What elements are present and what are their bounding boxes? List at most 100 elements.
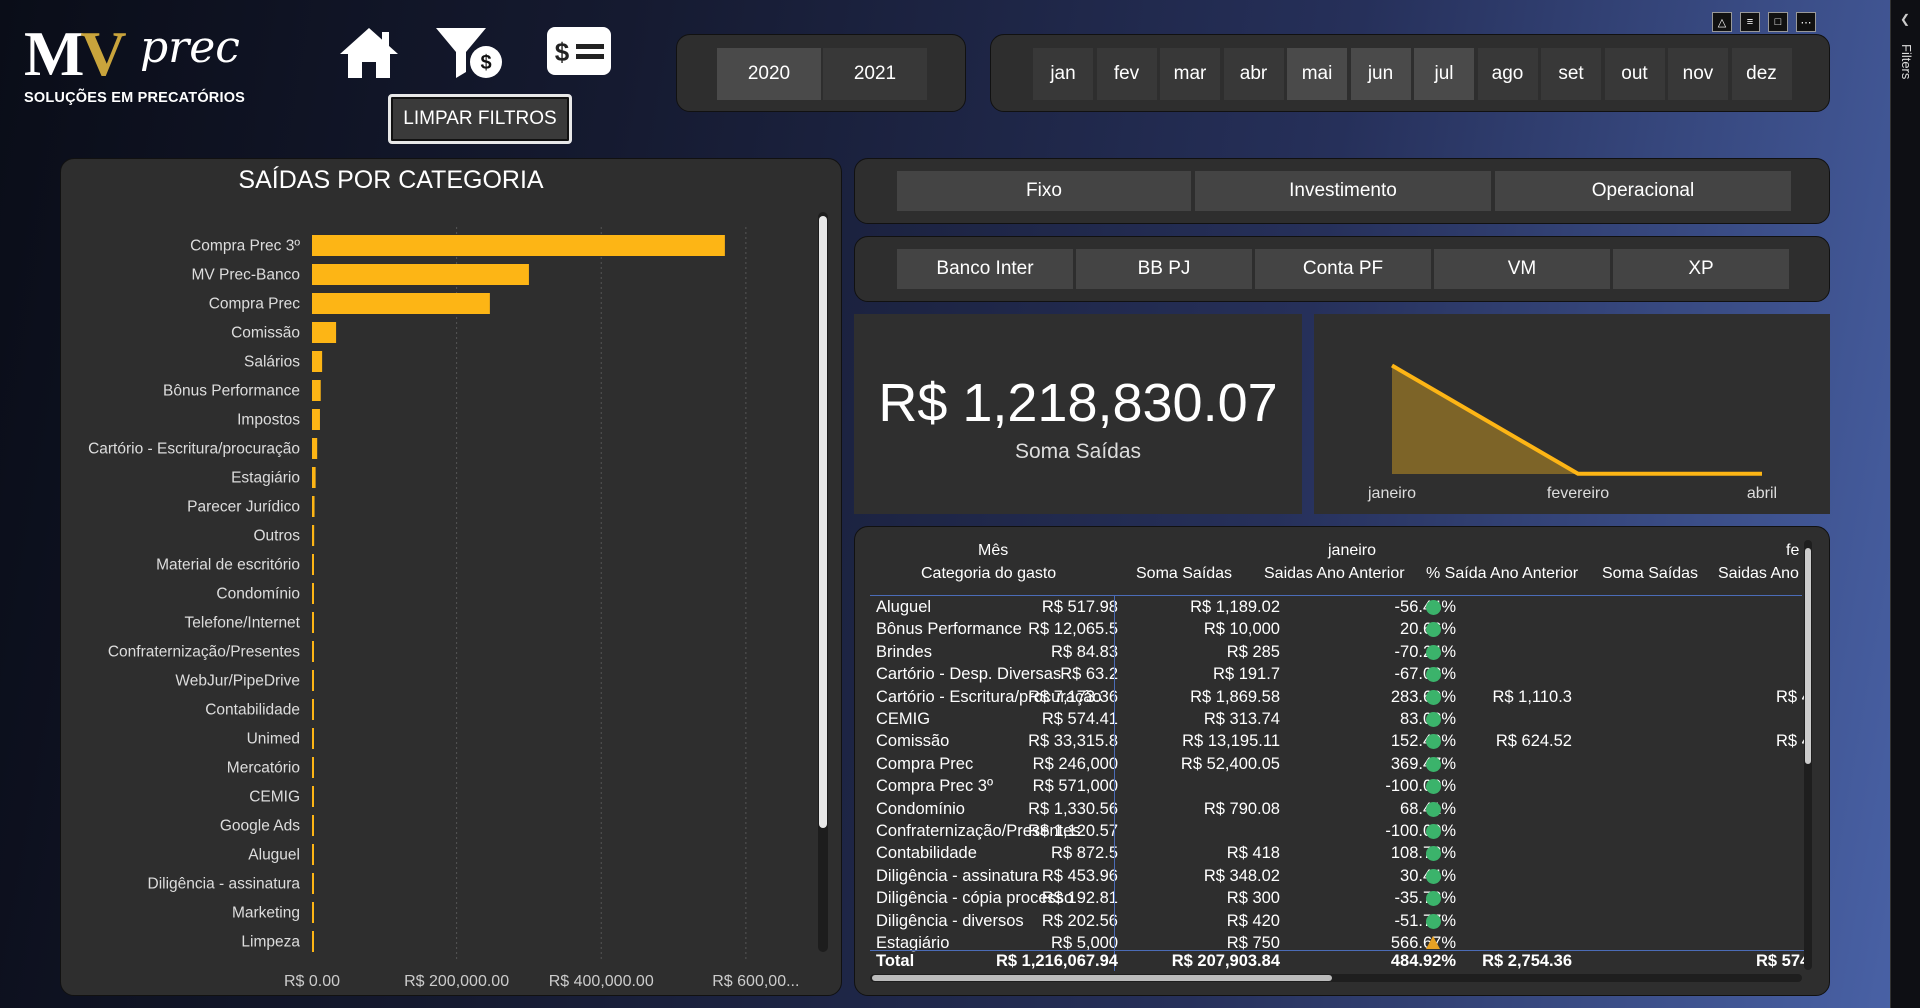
row-category: Condomínio: [876, 799, 965, 818]
bar[interactable]: [312, 467, 316, 488]
cell-jan-prev: R$ 418: [1226, 844, 1280, 863]
table-row[interactable]: CEMIGR$ 574.41R$ 313.7483.08%: [870, 708, 1806, 730]
filter-money-icon[interactable]: $: [432, 22, 502, 82]
bar[interactable]: [312, 380, 321, 401]
bar[interactable]: [312, 583, 314, 604]
bar[interactable]: [312, 641, 314, 662]
y-category-label: Confraternização/Presentes: [108, 644, 300, 661]
bar[interactable]: [312, 293, 490, 314]
slicer-banco-inter[interactable]: Banco Inter: [897, 249, 1073, 289]
col-header-prev[interactable]: Saidas Ano Anterior: [1264, 565, 1405, 583]
month-abr-button[interactable]: abr: [1223, 48, 1284, 100]
bar[interactable]: [312, 525, 315, 546]
cell-jan-pct: -100.00%: [1385, 777, 1456, 796]
cell-jan-sum: R$ 453.96: [1041, 866, 1118, 885]
bar[interactable]: [312, 873, 314, 894]
warning-triangle-icon: [1426, 936, 1440, 949]
bar[interactable]: [312, 815, 314, 836]
table-row[interactable]: Cartório - Desp. Diversas R$ 63.2 R$ 191.7…: [870, 663, 1806, 685]
bar[interactable]: [312, 757, 314, 778]
cell-jan-sum: R$ 7,173.36: [1028, 687, 1118, 706]
slicer-xp[interactable]: XP: [1613, 249, 1789, 289]
month-mar-button[interactable]: mar: [1160, 48, 1220, 100]
month-ago-button[interactable]: ago: [1477, 48, 1538, 100]
month-out-button[interactable]: out: [1604, 48, 1665, 100]
bar[interactable]: [312, 409, 320, 430]
bar[interactable]: [312, 322, 337, 343]
month-nov-button[interactable]: nov: [1668, 48, 1728, 100]
bar[interactable]: [312, 699, 314, 720]
table-row[interactable]: Compra Prec 3º R$ 571,000 -100.00%: [870, 775, 1806, 797]
bar[interactable]: [312, 728, 314, 749]
filter-icon[interactable]: ≡: [1740, 12, 1760, 32]
y-category-label: Mercatório: [227, 760, 300, 777]
slicer-investimento[interactable]: Investimento: [1195, 171, 1491, 211]
area-x-label: janeiro: [1367, 485, 1416, 502]
bar[interactable]: [312, 844, 314, 865]
more-options-icon[interactable]: ⋯: [1796, 12, 1816, 32]
table-row[interactable]: Diligência - assinatura R$ 453.96 R$ 348.0…: [870, 865, 1806, 887]
y-category-label: Material de escritório: [156, 557, 300, 574]
table-row[interactable]: Diligência - cópia processo R$ 192.81 R$ 3…: [870, 887, 1806, 909]
col-header-pct[interactable]: % Saída Ano Anterior: [1426, 565, 1578, 583]
filters-pane[interactable]: ❮ Filters: [1890, 0, 1920, 1008]
focus-mode-icon[interactable]: □: [1768, 12, 1788, 32]
year-2020-button[interactable]: 2020: [717, 48, 821, 100]
bar[interactable]: [312, 351, 323, 372]
bar[interactable]: [312, 554, 314, 575]
table-row[interactable]: Compra Prec R$ 246,000 R$ 52,400.05 369.47%: [870, 753, 1806, 775]
money-list-icon[interactable]: $: [546, 26, 612, 76]
filters-pane-label: Filters: [1899, 44, 1914, 80]
bar[interactable]: [312, 438, 318, 459]
clear-filters-button[interactable]: LIMPAR FILTROS: [388, 94, 572, 144]
table-row[interactable]: Diligência - diversosR$ 202.56R$ 420-51.…: [870, 910, 1806, 932]
bar[interactable]: [312, 496, 315, 517]
status-dot-icon: [1426, 600, 1441, 615]
account-slicer: Banco Inter BB PJ Conta PF VM XP: [854, 236, 1830, 302]
slicer-vm[interactable]: VM: [1434, 249, 1610, 289]
table-vertical-scrollbar-thumb[interactable]: [1805, 548, 1811, 764]
month-jun-button[interactable]: jun: [1350, 48, 1411, 100]
bar[interactable]: [312, 612, 314, 633]
slicer-fixo[interactable]: Fixo: [897, 171, 1191, 211]
cell-jan-sum: R$ 12,065.5: [1028, 620, 1118, 639]
month-dez-button[interactable]: dez: [1731, 48, 1792, 100]
row-category: Aluguel: [876, 598, 932, 616]
bar[interactable]: [312, 235, 725, 256]
home-icon[interactable]: [334, 22, 404, 82]
slicer-bb-pj[interactable]: BB PJ: [1076, 249, 1252, 289]
month-mai-button[interactable]: mai: [1287, 48, 1347, 100]
slicer-operacional[interactable]: Operacional: [1495, 171, 1791, 211]
status-dot-icon: [1426, 644, 1441, 660]
month-jan-button[interactable]: jan: [1033, 48, 1093, 100]
table-row[interactable]: Comissão R$ 33,315.8 R$ 13,195.11 152.49% R$…: [870, 730, 1806, 752]
bar[interactable]: [312, 902, 314, 923]
bar[interactable]: [312, 264, 529, 285]
slicer-conta-pf[interactable]: Conta PF: [1255, 249, 1431, 289]
month-jul-button[interactable]: jul: [1414, 48, 1474, 100]
cell-jan-sum: R$ 571,000: [1032, 777, 1118, 796]
table-row[interactable]: BrindesR$ 84.83R$ 285-70.24%: [870, 641, 1806, 663]
bar[interactable]: [312, 670, 314, 691]
table-row[interactable]: Bônus PerformanceR$ 12,065.5R$ 10,00020.…: [870, 618, 1806, 640]
table-row[interactable]: Cartório - Escritura/procuração R$ 7,173.…: [870, 686, 1806, 708]
bell-icon[interactable]: △: [1712, 12, 1732, 32]
col-header-sum[interactable]: Soma Saídas: [1136, 565, 1232, 583]
year-2021-button[interactable]: 2021: [823, 48, 927, 100]
table-row[interactable]: CondomínioR$ 1,330.56R$ 790.0868.41%: [870, 798, 1806, 820]
chart-scrollbar-thumb[interactable]: [819, 216, 827, 828]
total-label: Total: [876, 952, 915, 970]
table-row[interactable]: Confraternização/Presentes R$ 1,120.57 -10…: [870, 820, 1806, 842]
table-row[interactable]: AluguelR$ 517.98R$ 1,189.02-56.44%: [870, 596, 1806, 618]
bar[interactable]: [312, 786, 314, 807]
chevron-left-icon[interactable]: ❮: [1900, 12, 1910, 26]
table-horizontal-scrollbar-thumb[interactable]: [872, 975, 1332, 981]
col-header-sum-2[interactable]: Soma Saídas: [1602, 565, 1698, 583]
col-header-prev-2[interactable]: Saidas Ano: [1718, 565, 1799, 583]
row-category: Compra Prec: [876, 754, 974, 773]
table-row[interactable]: Contabilidade R$ 872.5 R$ 418 108.73%: [870, 842, 1806, 864]
month-set-button[interactable]: set: [1541, 48, 1601, 100]
month-fev-button[interactable]: fev: [1096, 48, 1157, 100]
x-tick-label: R$ 600,00...: [712, 973, 799, 990]
bar[interactable]: [312, 931, 314, 952]
